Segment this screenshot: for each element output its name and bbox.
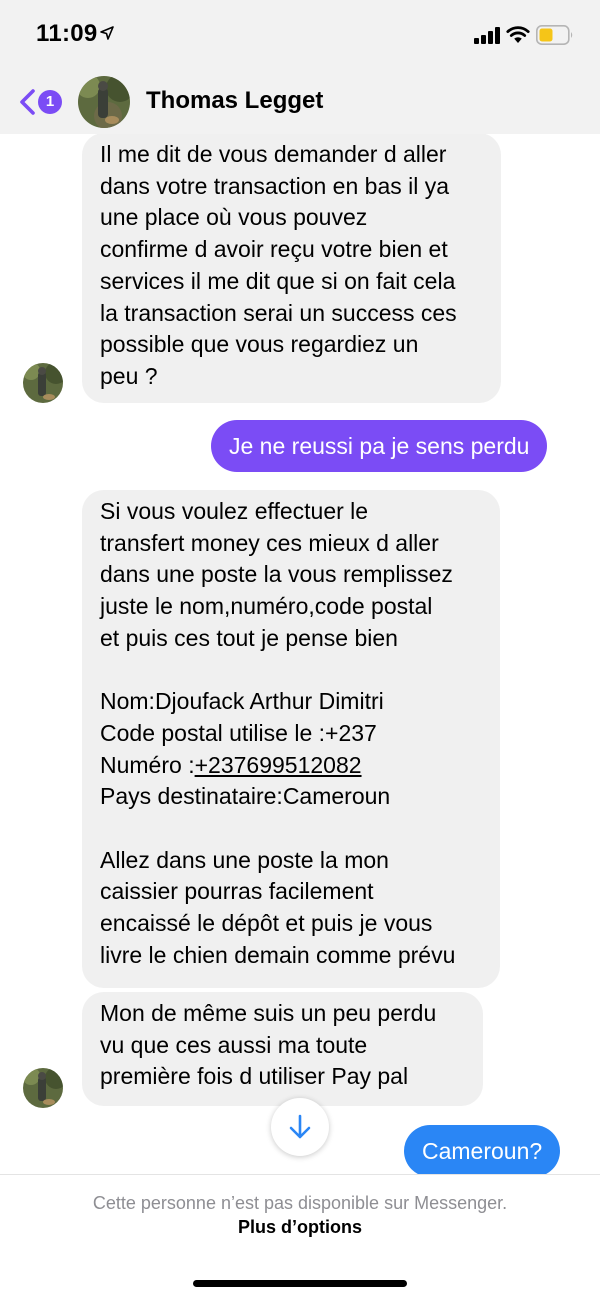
message-line: possible que vous regardiez un <box>100 331 419 358</box>
message-line: la transaction serai un success ces <box>100 299 457 326</box>
outgoing-message-bubble[interactable]: Je ne reussi pa je sens perdu <box>211 420 548 472</box>
message-line: une place où vous pouvez <box>100 204 368 231</box>
message-line: Nom:Djoufack Arthur Dimitri <box>100 688 384 715</box>
message-line: et puis ces tout je pense bien <box>100 624 398 651</box>
incoming-message-bubble[interactable]: Il me dit de vous demander d aller dans … <box>82 134 501 403</box>
composer-unavailable-footer: Cette personne n’est pas disponible sur … <box>0 1174 600 1298</box>
message-line: Il me dit de vous demander d aller <box>100 141 447 167</box>
status-time: 11:09 <box>36 20 98 47</box>
wifi-icon <box>506 26 530 43</box>
status-bar: 11:09 <box>0 0 600 70</box>
message-line: Allez dans une poste la mon <box>100 846 389 873</box>
message-line: services il me dit que si on fait cela <box>100 267 456 294</box>
message-line: peu ? <box>100 362 158 389</box>
message-line: Pays destinataire:Cameroun <box>100 783 391 810</box>
message-line: encaissé le dépôt et puis je vous <box>100 910 433 937</box>
phone-line: Numéro :+237699512082 <box>100 750 482 782</box>
message-line: Code postal utilise le :+237 <box>100 719 377 746</box>
contact-name[interactable]: Thomas Legget <box>146 87 323 115</box>
message-line: livre le chien demain comme prévu <box>100 941 456 968</box>
battery-icon <box>536 25 573 45</box>
incoming-message-bubble[interactable]: Si vous voulez effectuer le transfert mo… <box>82 490 500 988</box>
arrow-down-icon <box>289 1114 311 1139</box>
message-text: Cameroun? <box>422 1138 543 1164</box>
unavailable-notice: Cette personne n’est pas disponible sur … <box>92 1193 508 1213</box>
phone-label: Numéro : <box>100 751 195 778</box>
incoming-message-bubble[interactable]: Mon de même suis un peu perdu vu que ces… <box>82 992 483 1106</box>
message-line: Mon de même suis un peu perdu <box>100 1000 437 1026</box>
contact-avatar[interactable] <box>78 76 130 128</box>
message-line: vu que ces aussi ma toute <box>100 1031 368 1058</box>
message-line: Si vous voulez effectuer le <box>100 498 369 524</box>
message-line: première fois d utiliser Pay pal <box>100 1063 409 1090</box>
phone-number-link[interactable]: +237699512082 <box>195 752 362 778</box>
message-line: juste le nom,numéro,code postal <box>100 593 433 620</box>
message-line: confirme d avoir reçu votre bien et <box>100 236 448 263</box>
message-line: transfert money ces mieux d aller <box>100 529 439 556</box>
unread-badge[interactable]: 1 <box>38 90 62 114</box>
location-arrow-icon <box>100 26 114 40</box>
home-indicator[interactable] <box>193 1280 407 1287</box>
back-chevron-icon[interactable] <box>18 88 36 116</box>
message-text: Je ne reussi pa je sens perdu <box>229 433 530 459</box>
message-line: caissier pourras facilement <box>100 878 374 905</box>
message-list[interactable]: Il me dit de vous demander d aller dans … <box>0 134 600 1174</box>
sender-avatar[interactable] <box>23 1068 63 1108</box>
more-options-link[interactable]: Plus d’options <box>0 1217 600 1238</box>
chat-header: 1 Thomas Legget <box>0 70 600 134</box>
message-line: dans votre transaction en bas il ya <box>100 172 450 199</box>
message-line: dans une poste la vous remplissez <box>100 561 453 588</box>
signal-icon <box>474 27 500 44</box>
outgoing-message-bubble[interactable]: Cameroun? <box>404 1125 561 1174</box>
scroll-to-bottom-button[interactable] <box>271 1098 329 1156</box>
sender-avatar[interactable] <box>23 363 63 403</box>
